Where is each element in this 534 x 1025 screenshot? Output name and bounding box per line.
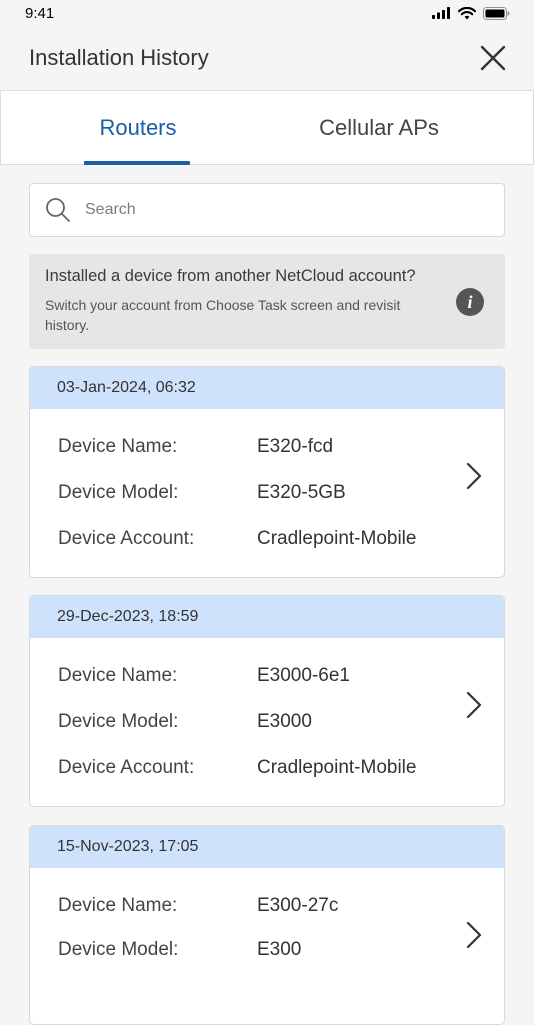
device-account-row: Device Account: Cradlepoint-Mobile — [58, 528, 478, 550]
page-title: Installation History — [29, 45, 209, 70]
device-name-row: Device Name: E300-27c — [58, 895, 478, 917]
device-account-row: Device Account: Cradlepoint-Mobile — [58, 757, 478, 779]
account-info-notice: Installed a device from another NetCloud… — [29, 254, 505, 349]
device-name-row: Device Name: E320-fcd — [58, 436, 478, 458]
cellular-signal-icon — [432, 7, 450, 19]
device-account-value: Cradlepoint-Mobile — [257, 757, 417, 778]
device-account-label: Device Account: — [58, 757, 195, 778]
status-bar: 9:41 — [0, 0, 534, 26]
device-name-label: Device Name: — [58, 436, 178, 457]
active-tab-indicator — [84, 161, 190, 165]
status-icons — [432, 6, 510, 20]
device-name-value: E3000-6e1 — [257, 665, 350, 686]
header: Installation History — [0, 26, 534, 90]
device-name-label: Device Name: — [58, 895, 178, 916]
chevron-right-icon[interactable] — [466, 921, 482, 949]
record-date: 15-Nov-2023, 17:05 — [30, 826, 504, 868]
device-model-value: E320-5GB — [257, 482, 346, 503]
device-model-row: Device Model: E300 — [58, 939, 478, 961]
history-record-card[interactable]: 03-Jan-2024, 06:32 Device Name: E320-fcd… — [29, 366, 505, 578]
info-icon[interactable]: i — [456, 288, 484, 316]
record-date: 03-Jan-2024, 06:32 — [30, 367, 504, 409]
chevron-right-icon[interactable] — [466, 691, 482, 719]
history-record-card[interactable]: 29-Dec-2023, 18:59 Device Name: E3000-6e… — [29, 595, 505, 807]
status-time: 9:41 — [25, 4, 55, 22]
device-model-row: Device Model: E320-5GB — [58, 482, 478, 504]
tab-bar: Routers Cellular APs — [0, 90, 534, 165]
device-account-value: Cradlepoint-Mobile — [257, 528, 417, 549]
device-model-label: Device Model: — [58, 939, 179, 960]
search-icon — [46, 198, 70, 222]
record-date: 29-Dec-2023, 18:59 — [30, 596, 504, 638]
info-body: Switch your account from Choose Task scr… — [45, 297, 401, 333]
tab-cellular-aps[interactable]: Cellular APs — [261, 91, 497, 165]
close-icon — [480, 45, 506, 71]
device-model-row: Device Model: E3000 — [58, 711, 478, 733]
search-box[interactable] — [29, 183, 505, 237]
device-name-value: E300-27c — [257, 895, 339, 916]
close-button[interactable] — [478, 43, 508, 73]
info-title: Installed a device from another NetCloud… — [45, 267, 416, 285]
device-account-label: Device Account: — [58, 528, 195, 549]
device-model-label: Device Model: — [58, 482, 179, 503]
wifi-icon — [458, 6, 476, 19]
tab-routers[interactable]: Routers — [1, 91, 275, 165]
device-name-row: Device Name: E3000-6e1 — [58, 665, 478, 687]
battery-icon — [483, 6, 510, 20]
device-model-value: E300 — [257, 939, 302, 960]
device-name-value: E320-fcd — [257, 436, 334, 457]
device-model-label: Device Model: — [58, 711, 179, 732]
history-record-card[interactable]: 15-Nov-2023, 17:05 Device Name: E300-27c… — [29, 825, 505, 1025]
device-name-label: Device Name: — [58, 665, 178, 686]
search-input[interactable] — [85, 201, 465, 219]
device-model-value: E3000 — [257, 711, 312, 732]
chevron-right-icon[interactable] — [466, 462, 482, 490]
